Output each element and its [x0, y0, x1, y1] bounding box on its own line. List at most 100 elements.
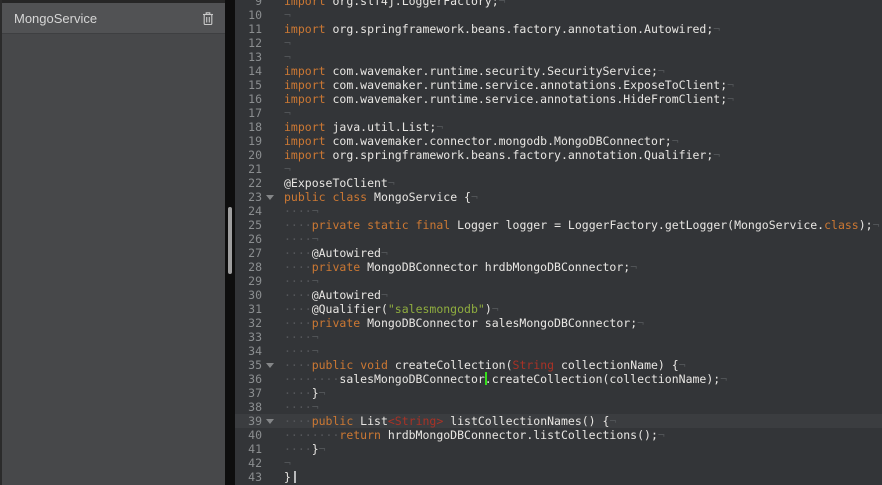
code-text[interactable]: ····@Autowired¬ [284, 288, 882, 302]
code-line[interactable]: 15import com.wavemaker.runtime.service.a… [235, 78, 882, 92]
code-line[interactable]: 33····¬ [235, 330, 882, 344]
code-text[interactable]: ····¬ [284, 330, 882, 344]
code-text[interactable]: public class MongoService {¬ [284, 190, 882, 204]
code-text[interactable]: ····@Autowired¬ [284, 246, 882, 260]
code-line[interactable]: 17 ¬ [235, 106, 882, 120]
code-line[interactable]: 16import com.wavemaker.runtime.service.a… [235, 92, 882, 106]
code-text[interactable]: import com.wavemaker.connector.mongodb.M… [284, 134, 882, 148]
code-line[interactable]: 31····@Qualifier("salesmongodb")¬ [235, 302, 882, 316]
code-text[interactable]: import org.springframework.beans.factory… [284, 22, 882, 36]
fold-slot [262, 190, 284, 204]
fold-chevron-icon[interactable] [266, 419, 274, 424]
code-editor[interactable]: 9import org.slf4j.LoggerFactory;¬10¬11im… [235, 0, 882, 485]
code-text[interactable]: ····private MongoDBConnector hrdbMongoDB… [284, 260, 882, 274]
code-line[interactable]: 11import org.springframework.beans.facto… [235, 22, 882, 36]
code-line[interactable]: 12¬ [235, 36, 882, 50]
line-number: 38 [235, 400, 262, 414]
code-line[interactable]: 24 ····¬ [235, 204, 882, 218]
indent-dots: ···· [284, 316, 312, 330]
code-line[interactable]: 36········salesMongoDBConnector.createCo… [235, 372, 882, 386]
code-line[interactable]: 23public class MongoService {¬ [235, 190, 882, 204]
code-line[interactable]: 13¬ [235, 50, 882, 64]
code-text[interactable]: ¬ [284, 36, 882, 50]
code-line[interactable]: 20import org.springframework.beans.facto… [235, 148, 882, 162]
code-line[interactable]: 18import java.util.List;¬ [235, 120, 882, 134]
fold-chevron-icon[interactable] [266, 195, 274, 200]
code-text[interactable]: ¬ [284, 8, 882, 22]
line-number: 32 [235, 316, 262, 330]
code-text[interactable]: import org.slf4j.LoggerFactory;¬ [284, 0, 882, 8]
code-text[interactable]: ¬ [284, 456, 882, 470]
code-text[interactable]: ····¬ [284, 400, 882, 414]
code-text[interactable]: ····¬ [284, 204, 882, 218]
code-line[interactable]: 34····¬ [235, 344, 882, 358]
fold-slot [262, 120, 284, 134]
code-line[interactable]: 21 ¬ [235, 162, 882, 176]
sidebar-scrollbar-thumb[interactable] [228, 207, 232, 274]
code-line[interactable]: 27····@Autowired¬ [235, 246, 882, 260]
token: } [312, 442, 319, 456]
fold-slot [262, 232, 284, 246]
code-text[interactable]: @ExposeToClient¬ [284, 176, 882, 190]
code-line[interactable]: 42¬ [235, 456, 882, 470]
code-line[interactable]: 22@ExposeToClient¬ [235, 176, 882, 190]
code-text[interactable]: ····¬ [284, 344, 882, 358]
code-line[interactable]: 38 ····¬ [235, 400, 882, 414]
code-text[interactable]: ····¬ [284, 274, 882, 288]
eol-marker: ¬ [284, 162, 291, 176]
line-number: 14 [235, 64, 262, 78]
code-line[interactable]: 14 import com.wavemaker.runtime.security.… [235, 64, 882, 78]
line-number: 24 [235, 204, 262, 218]
eol-marker: ¬ [312, 400, 319, 414]
code-text[interactable]: } [284, 470, 882, 484]
code-text[interactable]: ········salesMongoDBConnector.createColl… [284, 372, 882, 386]
code-line[interactable]: 37····}¬ [235, 386, 882, 400]
code-line[interactable]: 35····public void createCollection(Strin… [235, 358, 882, 372]
code-text[interactable]: ¬ [284, 106, 882, 120]
code-line[interactable]: 30····@Autowired¬ [235, 288, 882, 302]
gutter: 38 [235, 400, 284, 414]
code-text[interactable]: ····public void createCollection(String … [284, 358, 882, 372]
sidebar-item-mongoservice[interactable]: MongoService [2, 3, 225, 34]
line-number: 21 [235, 162, 262, 176]
code-text[interactable]: import com.wavemaker.runtime.security.Se… [284, 64, 882, 78]
code-line[interactable]: 43} [235, 470, 882, 484]
code-text[interactable]: import org.springframework.beans.factory… [284, 148, 882, 162]
eol-marker: ¬ [284, 8, 291, 22]
code-text[interactable]: import java.util.List;¬ [284, 120, 882, 134]
fold-chevron-icon[interactable] [266, 363, 274, 368]
line-number: 17 [235, 106, 262, 120]
code-line[interactable]: 39····public List<String> listCollection… [235, 414, 882, 428]
indent-dots: ···· [284, 442, 312, 456]
code-text[interactable]: ····private static final Logger logger =… [284, 218, 882, 232]
code-text[interactable]: ····private MongoDBConnector salesMongoD… [284, 316, 882, 330]
code-text[interactable]: ¬ [284, 50, 882, 64]
code-text[interactable]: import com.wavemaker.runtime.service.ann… [284, 78, 882, 92]
token: import [284, 120, 326, 134]
code-line[interactable]: 25····private static final Logger logger… [235, 218, 882, 232]
code-line[interactable]: 9import org.slf4j.LoggerFactory;¬ [235, 0, 882, 8]
line-number: 40 [235, 428, 262, 442]
code-text[interactable]: import com.wavemaker.runtime.service.ann… [284, 92, 882, 106]
java-service-editor-screen: MongoService [0, 0, 882, 485]
code-text[interactable]: ····public List<String> listCollectionNa… [284, 414, 882, 428]
gutter: 30 [235, 288, 284, 302]
code-text[interactable]: ········return hrdbMongoDBConnector.list… [284, 428, 882, 442]
code-line[interactable]: 28····private MongoDBConnector hrdbMongo… [235, 260, 882, 274]
code-text[interactable]: ····}¬ [284, 386, 882, 400]
code-text[interactable]: ····}¬ [284, 442, 882, 456]
code-line[interactable]: 40 ········return hrdbMongoDBConnector.li… [235, 428, 882, 442]
code-line[interactable]: 10¬ [235, 8, 882, 22]
token: class [824, 218, 859, 232]
code-line[interactable]: 19import com.wavemaker.connector.mongodb… [235, 134, 882, 148]
code-line[interactable]: 41····}¬ [235, 442, 882, 456]
code-text[interactable]: ····¬ [284, 232, 882, 246]
eol-marker: ¬ [284, 456, 291, 470]
delete-service-button[interactable] [197, 7, 219, 29]
code-text[interactable]: ¬ [284, 162, 882, 176]
code-text[interactable]: ····@Qualifier("salesmongodb")¬ [284, 302, 882, 316]
code-line[interactable]: 26····¬ [235, 232, 882, 246]
code-line[interactable]: 32 ····private MongoDBConnector salesMong… [235, 316, 882, 330]
fold-slot [262, 428, 284, 442]
code-line[interactable]: 29····¬ [235, 274, 882, 288]
